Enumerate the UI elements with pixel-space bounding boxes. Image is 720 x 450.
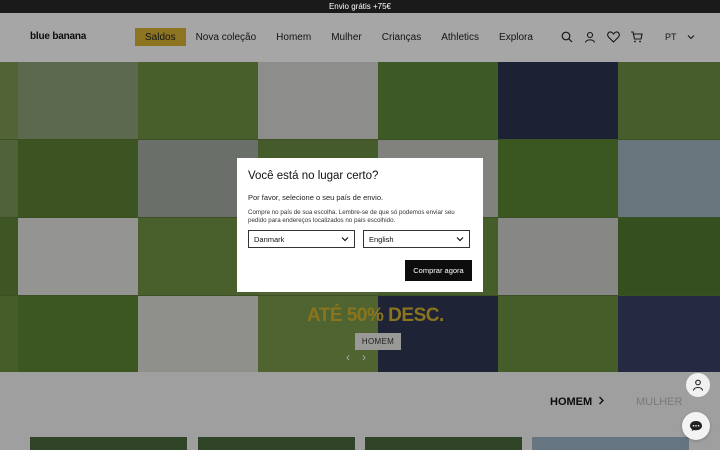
language-select-value: English	[369, 234, 394, 244]
shipping-banner: Envio grátis +75€	[0, 0, 720, 13]
country-select-value: Danmark	[254, 234, 285, 244]
modal-subtitle: Por favor, selecione o seu país de envio…	[248, 193, 384, 202]
country-selector-modal: Você está no lugar certo? Por favor, sel…	[237, 158, 483, 292]
shipping-banner-text: Envio grátis +75€	[328, 2, 392, 11]
language-select[interactable]: English	[363, 230, 470, 248]
modal-title: Você está no lugar certo?	[248, 170, 379, 182]
chevron-down-icon	[341, 235, 349, 244]
accessibility-button[interactable]	[686, 373, 710, 397]
chevron-down-icon	[456, 235, 464, 244]
shop-now-button[interactable]: Comprar agora	[405, 260, 472, 281]
country-select[interactable]: Danmark	[248, 230, 355, 248]
modal-note: Compre no país de sua escolha. Lembre-se…	[248, 209, 455, 224]
chat-button[interactable]	[682, 412, 710, 440]
